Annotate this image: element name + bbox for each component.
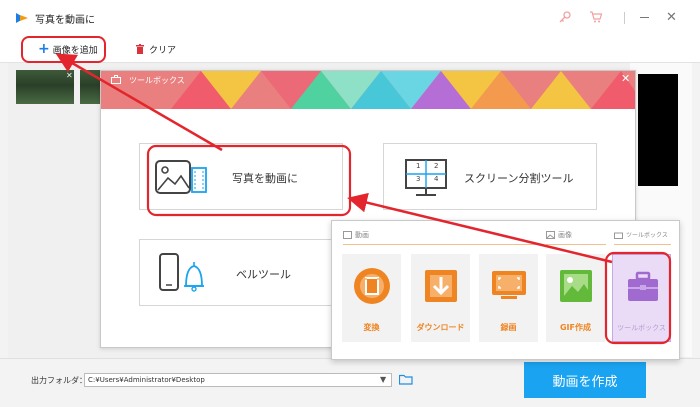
convert-label: 変換: [363, 323, 380, 332]
film-small-icon: [343, 231, 352, 239]
video-preview: [638, 74, 678, 186]
video-section-line: [343, 244, 536, 245]
add-image-button[interactable]: + 画像を追加: [38, 40, 98, 58]
clear-label: クリア: [149, 45, 177, 56]
record-tile[interactable]: 録画: [479, 254, 538, 342]
toolbox-section-label: ツールボックス: [626, 232, 668, 239]
photo-to-video-card[interactable]: 写真を動画に: [139, 143, 343, 210]
video-section-label: 動画: [355, 231, 369, 239]
download-tile[interactable]: ダウンロード: [411, 254, 470, 342]
output-folder-label: 出力フォルダ：: [31, 376, 87, 385]
split-number: 1: [416, 162, 421, 170]
toolbar: + 画像を追加 クリア: [0, 36, 700, 63]
trash-icon: [136, 44, 144, 54]
split-screen-label: スクリーン分割ツール: [464, 172, 574, 185]
toolbox-small-icon: [614, 232, 623, 239]
image-section-line: [546, 244, 606, 245]
toolbox-section-line: [614, 244, 671, 245]
remove-thumbnail-icon[interactable]: ✕: [66, 71, 73, 80]
download-icon: [425, 270, 457, 302]
cart-icon[interactable]: [589, 10, 603, 24]
plus-icon: +: [38, 41, 50, 57]
app-window: 写真を動画に ✕ + 画像を追加 クリア ✕ 出力フォルダ： C:¥Users¥…: [0, 0, 700, 407]
image-thumbnail[interactable]: [80, 70, 100, 104]
bell-tool-label: ベルツール: [236, 268, 291, 281]
convert-tile[interactable]: 変換: [342, 254, 401, 342]
toolbox-tile[interactable]: ツールボックス: [612, 254, 671, 342]
add-image-label: 画像を追加: [52, 45, 98, 56]
create-video-button[interactable]: 動画を作成: [524, 362, 646, 398]
photo-to-video-icon: [155, 160, 207, 194]
folder-icon[interactable]: [399, 374, 413, 385]
toolbox-section-header: ツールボックス: [614, 230, 668, 239]
toolbox-small-icon: [111, 75, 121, 84]
image-small-icon: [546, 231, 555, 239]
dialog-close-button[interactable]: ✕: [621, 72, 630, 85]
minimize-button[interactable]: [640, 17, 649, 18]
split-number: 3: [416, 175, 421, 183]
film-reel-icon: [354, 268, 390, 304]
app-logo-icon: [16, 13, 28, 23]
screen-record-icon: [492, 271, 526, 299]
record-label: 録画: [500, 323, 517, 332]
gif-image-icon: [560, 270, 592, 302]
photo-to-video-label: 写真を動画に: [232, 172, 298, 185]
chevron-down-icon[interactable]: ▼: [380, 375, 386, 384]
split-screen-icon: [405, 159, 447, 196]
dialog-title: ツールボックス: [129, 76, 185, 85]
gif-label: GIF作成: [559, 323, 591, 332]
clear-button[interactable]: クリア: [136, 40, 176, 58]
output-folder-field[interactable]: C:¥Users¥Administrator¥Desktop: [84, 373, 392, 387]
bell-icon: [159, 253, 204, 292]
image-section-header: 画像: [546, 230, 572, 240]
window-close-button[interactable]: ✕: [666, 10, 677, 25]
window-title: 写真を動画に: [35, 15, 95, 26]
video-section-header: 動画: [343, 230, 369, 240]
title-bar: 写真を動画に ✕: [0, 0, 700, 36]
gif-tile[interactable]: GIF作成: [546, 254, 605, 342]
main-menu-window: 動画 画像 ツールボックス 変換 ダウンロード 録画 GIF作成 ツールボックス: [331, 220, 680, 360]
image-section-label: 画像: [558, 231, 572, 239]
title-separator: [624, 12, 625, 24]
split-number: 4: [434, 175, 439, 183]
split-number: 2: [434, 162, 439, 170]
key-icon[interactable]: [558, 10, 572, 24]
download-label: ダウンロード: [416, 323, 465, 332]
toolbox-label: ツールボックス: [617, 324, 666, 332]
dialog-banner: ツールボックス ✕: [101, 71, 635, 109]
toolbox-icon: [628, 271, 658, 301]
split-screen-card[interactable]: 1 2 3 4 スクリーン分割ツール: [383, 143, 597, 210]
bell-tool-card[interactable]: ベルツール: [139, 239, 343, 306]
